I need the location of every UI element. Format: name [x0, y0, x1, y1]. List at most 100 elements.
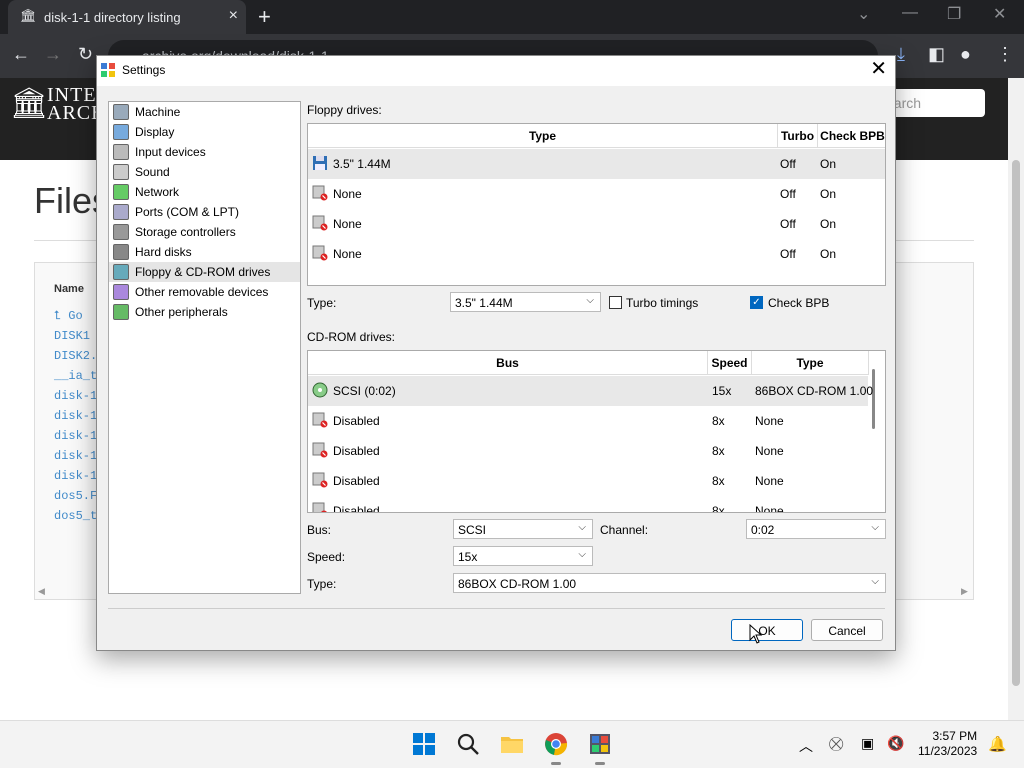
cdrom-drive-row[interactable]: Disabled 8x None [308, 496, 868, 512]
dialog-separator [108, 608, 885, 609]
floppy-drive-row[interactable]: None Off On [308, 239, 885, 269]
floppy-type-value: 3.5" 1.44M [455, 296, 513, 310]
notification-bell-icon[interactable]: 🔔 [988, 735, 1007, 753]
harddisk-icon [113, 244, 129, 260]
file-link[interactable]: __ia_t [54, 369, 97, 383]
floppy-header-turbo[interactable]: Turbo [778, 124, 818, 148]
cdrom-speed-cell: 8x [712, 414, 725, 428]
menu-icon[interactable]: ⋮ [996, 44, 1014, 65]
category-hard-disks[interactable]: Hard disks [109, 242, 300, 262]
cdrom-speed-cell: 8x [712, 444, 725, 458]
taskbar-clock[interactable]: 3:57 PM 11/23/2023 [918, 729, 977, 759]
storage-icon [113, 224, 129, 240]
floppy-header-checkbpb[interactable]: Check BPB [818, 124, 885, 148]
windows-start-icon[interactable] [412, 732, 436, 756]
cdrom-bus-cell: Disabled [333, 444, 380, 458]
cdrom-type-cell: None [755, 414, 784, 428]
browser-tab[interactable]: 🏛 disk-1-1 directory listing × [8, 0, 246, 34]
reload-icon[interactable]: ↻ [78, 44, 93, 65]
cdrom-channel-select[interactable]: 0:02 ⌵ [746, 519, 886, 539]
cdrom-header-bus[interactable]: Bus [308, 351, 708, 375]
minimize-button[interactable]: — [902, 4, 918, 22]
tab-close-icon[interactable]: × [229, 7, 238, 25]
mouse-cursor-icon [749, 624, 763, 644]
file-link[interactable]: disk-1 [54, 449, 97, 463]
file-explorer-icon[interactable] [500, 732, 524, 756]
go-up-link[interactable]: ⮤ Go [54, 309, 83, 323]
drive-disabled-icon [312, 215, 328, 231]
floppy-turbo-cell: Off [780, 157, 796, 171]
file-link[interactable]: disk-1 [54, 429, 97, 443]
floppy-header-type[interactable]: Type [308, 124, 778, 148]
new-tab-button[interactable]: + [258, 4, 271, 30]
cdrom-speed-select[interactable]: 15x ⌵ [453, 546, 593, 566]
cdrom-drive-row[interactable]: Disabled 8x None [308, 466, 868, 496]
cdrom-header-type[interactable]: Type [752, 351, 869, 375]
archive-logo-icon[interactable]: 🏛 [10, 86, 48, 121]
category-ports-com-lpt[interactable]: Ports (COM & LPT) [109, 202, 300, 222]
side-panel-icon[interactable]: ◧ [928, 44, 945, 65]
category-label: Network [135, 185, 180, 199]
turbo-timings-checkbox[interactable] [609, 296, 622, 309]
check-bpb-checkbox[interactable]: ✓ [750, 296, 763, 309]
86box-taskbar-icon[interactable] [588, 732, 612, 756]
dialog-titlebar[interactable]: Settings ✕ [97, 56, 895, 86]
cdrom-scrollbar-thumb[interactable] [872, 369, 875, 429]
column-header-name[interactable]: Name [54, 283, 84, 295]
cdrom-bus-select[interactable]: SCSI ⌵ [453, 519, 593, 539]
file-link[interactable]: DISK2. [54, 349, 97, 363]
scroll-right-icon[interactable]: ▶ [961, 586, 968, 597]
restore-button[interactable]: ❐ [947, 4, 961, 24]
ok-button[interactable]: OK [731, 619, 803, 641]
display-tray-icon[interactable]: ▣ [861, 735, 874, 752]
file-link[interactable]: dos5.F [54, 489, 97, 503]
floppy-drive-row[interactable]: 3.5" 1.44M Off On [308, 149, 885, 179]
network-tray-icon[interactable]: ⛒ [829, 735, 843, 752]
up-arrow-icon: ⮤ [54, 309, 69, 323]
category-network[interactable]: Network [109, 182, 300, 202]
window-close-button[interactable]: ✕ [993, 4, 1006, 24]
category-other-removable-devices[interactable]: Other removable devices [109, 282, 300, 302]
floppy-bpb-cell: On [820, 157, 837, 171]
category-label: Display [135, 125, 175, 139]
search-icon[interactable] [456, 732, 480, 756]
category-display[interactable]: Display [109, 122, 300, 142]
category-sound[interactable]: Sound [109, 162, 300, 182]
chevron-up-icon[interactable]: ︿ [799, 736, 813, 756]
drive-disabled-icon [312, 472, 328, 488]
forward-icon[interactable]: → [44, 44, 62, 65]
86box-app-icon [101, 63, 115, 77]
dialog-close-button[interactable]: ✕ [870, 59, 887, 79]
scroll-left-icon[interactable]: ◀ [38, 586, 45, 597]
cdrom-drive-row[interactable]: Disabled 8x None [308, 406, 868, 436]
page-scrollbar-thumb[interactable] [1012, 160, 1020, 686]
floppy-drive-row[interactable]: None Off On [308, 179, 885, 209]
cdrom-drive-row[interactable]: Disabled 8x None [308, 436, 868, 466]
cancel-button[interactable]: Cancel [811, 619, 883, 641]
category-machine[interactable]: Machine [109, 102, 300, 122]
cdrom-drive-row[interactable]: SCSI (0:02) 15x 86BOX CD-ROM 1.00 [308, 376, 873, 406]
floppy-type-select[interactable]: 3.5" 1.44M ⌵ [450, 292, 601, 312]
file-link[interactable]: disk-1 [54, 409, 97, 423]
floppy-type-cell: None [333, 187, 362, 201]
file-link[interactable]: disk-1 [54, 469, 97, 483]
cdrom-header-speed[interactable]: Speed [708, 351, 752, 375]
floppy-bpb-cell: On [820, 187, 837, 201]
chrome-icon[interactable] [544, 732, 568, 756]
volume-muted-icon[interactable]: 🔇 [887, 735, 904, 752]
category-input-devices[interactable]: Input devices [109, 142, 300, 162]
floppy-turbo-cell: Off [780, 247, 796, 261]
file-link[interactable]: disk-1 [54, 389, 97, 403]
cdrom-type-select[interactable]: 86BOX CD-ROM 1.00 ⌵ [453, 573, 886, 593]
category-floppy-cd-rom-drives[interactable]: Floppy & CD-ROM drives [109, 262, 300, 282]
category-label: Other peripherals [135, 305, 228, 319]
floppy-drive-row[interactable]: None Off On [308, 209, 885, 239]
back-icon[interactable]: ← [12, 44, 30, 65]
download-icon[interactable]: ⤓ [897, 44, 905, 65]
file-link[interactable]: DISK1 [54, 329, 90, 343]
category-storage-controllers[interactable]: Storage controllers [109, 222, 300, 242]
profile-icon[interactable]: ● [960, 44, 971, 65]
category-other-peripherals[interactable]: Other peripherals [109, 302, 300, 322]
tab-search-icon[interactable]: ⌄ [857, 4, 870, 24]
file-link[interactable]: dos5_t [54, 509, 97, 523]
